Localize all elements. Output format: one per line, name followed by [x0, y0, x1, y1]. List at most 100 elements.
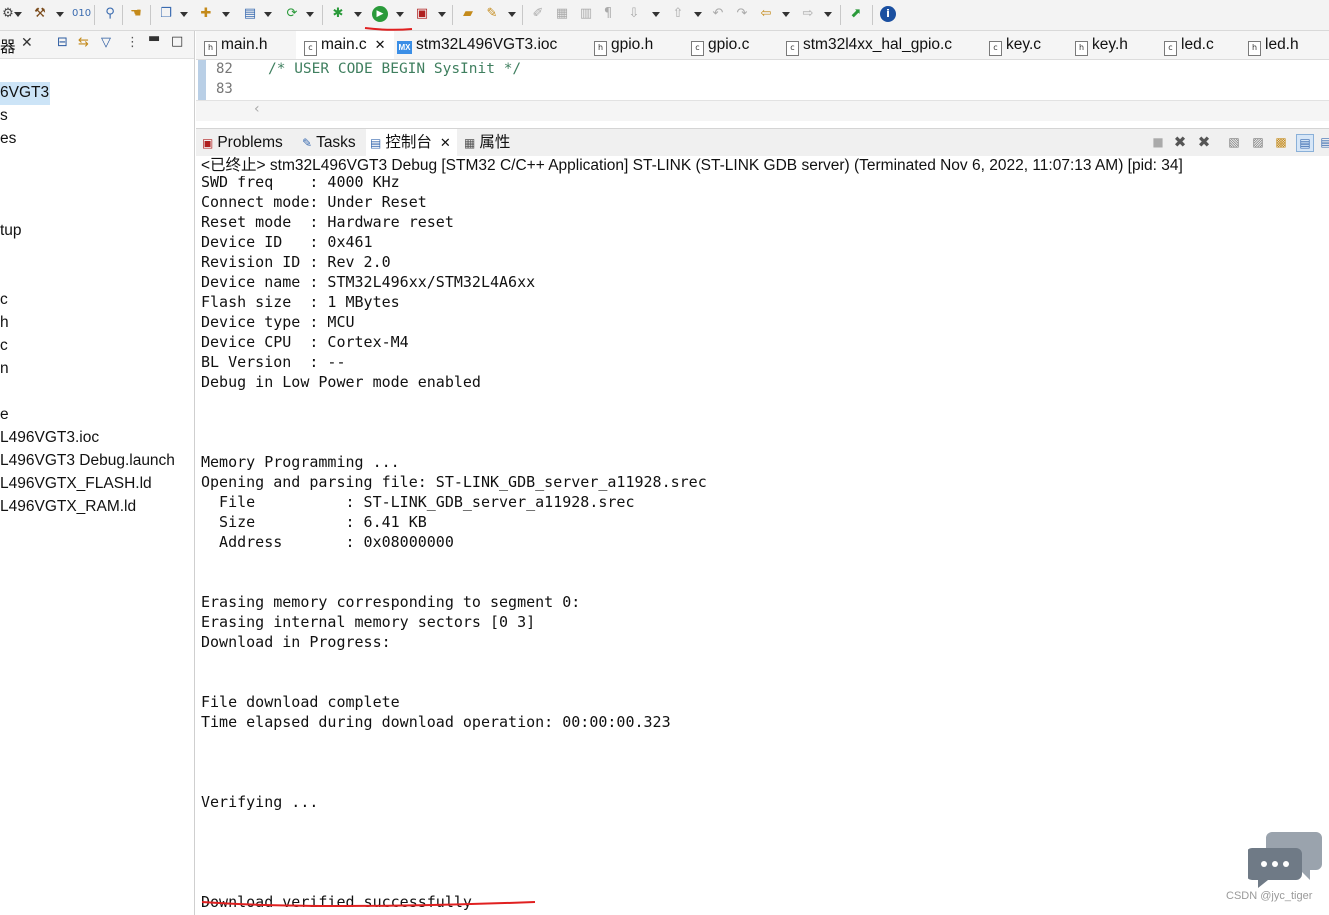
- chevron-down-icon[interactable]: [782, 12, 790, 17]
- tree-item[interactable]: c: [0, 291, 8, 309]
- next-annotation-icon[interactable]: ⇩: [626, 6, 642, 22]
- new-file-icon[interactable]: ▤: [242, 6, 258, 22]
- tab-label: gpio.c: [708, 36, 750, 53]
- chevron-down-icon[interactable]: [56, 12, 64, 17]
- close-icon[interactable]: ✕: [375, 38, 386, 53]
- console-line: Reset mode : Hardware reset: [201, 213, 454, 231]
- prev-annotation-icon[interactable]: ⇧: [670, 6, 686, 22]
- open-perspective-icon[interactable]: ⬈: [848, 6, 864, 22]
- tab-stm32l496vgt3-ioc[interactable]: MX stm32L496VGT3.ioc: [397, 31, 557, 59]
- chevron-down-icon[interactable]: [14, 12, 22, 17]
- tree-item[interactable]: es: [0, 130, 16, 148]
- minimize-icon[interactable]: ▬: [148, 31, 160, 46]
- chevron-down-icon[interactable]: [438, 12, 446, 17]
- chevron-down-icon[interactable]: [824, 12, 832, 17]
- tab-led-c[interactable]: c led.c: [1164, 31, 1214, 59]
- editor-horizontal-scrollbar[interactable]: ‹: [196, 100, 1329, 121]
- tree-item[interactable]: s: [0, 107, 8, 125]
- maximize-icon[interactable]: □: [171, 34, 183, 49]
- tab-key-c[interactable]: c key.c: [989, 31, 1041, 59]
- chevron-down-icon[interactable]: [306, 12, 314, 17]
- pin-console-icon[interactable]: ▤: [1318, 134, 1329, 150]
- collapse-all-icon[interactable]: ⊟: [57, 35, 68, 50]
- tab-problems[interactable]: ▣ Problems: [202, 129, 283, 156]
- tree-item[interactable]: L496VGTX_RAM.ld: [0, 498, 136, 516]
- info-icon[interactable]: i: [880, 6, 896, 22]
- debug-bug-icon[interactable]: ✱: [330, 6, 346, 22]
- console-line: Debug in Low Power mode enabled: [201, 373, 481, 391]
- chevron-down-icon[interactable]: [396, 12, 404, 17]
- tab-main-c[interactable]: c main.c ✕: [296, 31, 394, 59]
- redo-icon[interactable]: ↷: [734, 6, 750, 22]
- remove-launch-icon[interactable]: ✖: [1172, 134, 1188, 150]
- tab-main-h[interactable]: h main.h: [204, 31, 268, 59]
- console-output[interactable]: SWD freq : 4000 KHz Connect mode: Under R…: [196, 176, 1329, 915]
- chevron-down-icon[interactable]: [180, 12, 188, 17]
- link-editor-icon[interactable]: ⇆: [78, 35, 89, 50]
- last-edit-icon[interactable]: ↶: [710, 6, 726, 22]
- refresh-icon[interactable]: ⟳: [284, 6, 300, 22]
- chat-bubble-icon[interactable]: [1248, 830, 1322, 888]
- chevron-down-icon[interactable]: [652, 12, 660, 17]
- tree-item[interactable]: e: [0, 406, 9, 424]
- word-wrap-icon[interactable]: ▩: [1273, 134, 1289, 150]
- tree-item[interactable]: 6VGT3: [0, 84, 49, 102]
- scroll-lock-icon[interactable]: ▨: [1250, 134, 1266, 150]
- chevron-down-icon[interactable]: [508, 12, 516, 17]
- console-line: Opening and parsing file: ST-LINK_GDB_se…: [201, 473, 707, 491]
- toolbar-separator: [322, 5, 323, 25]
- tab-led-h[interactable]: h led.h: [1248, 31, 1299, 59]
- code-editor[interactable]: 82 /* USER CODE BEGIN SysInit */ 83: [196, 60, 1329, 100]
- tab-stm32l4xx-hal-gpio-c[interactable]: c stm32l4xx_hal_gpio.c: [786, 31, 952, 59]
- tab-gpio-h[interactable]: h gpio.h: [594, 31, 653, 59]
- block-icon[interactable]: ▥: [578, 6, 594, 22]
- back-icon[interactable]: ⇦: [758, 6, 774, 22]
- show-on-output-icon[interactable]: ▤: [1296, 134, 1314, 152]
- tree-item[interactable]: h: [0, 314, 9, 332]
- pin-icon[interactable]: ▦: [554, 6, 570, 22]
- pilcrow-icon[interactable]: ¶: [600, 6, 616, 22]
- tab-label: main.c: [321, 36, 367, 53]
- close-icon[interactable]: ✕: [21, 35, 33, 51]
- editor-tab-bar: h main.h c main.c ✕ MX stm32L496VGT3.ioc h gp…: [196, 31, 1329, 60]
- tree-item[interactable]: tup: [0, 222, 22, 240]
- console-line: File download complete: [201, 693, 400, 711]
- tab-properties[interactable]: ▦ 属性: [464, 129, 510, 156]
- build-hammer-icon[interactable]: ⚒: [32, 6, 48, 22]
- tab-tasks[interactable]: ✎ Tasks: [302, 129, 356, 156]
- tab-gpio-c[interactable]: c gpio.c: [691, 31, 749, 59]
- new-window-icon[interactable]: ❐: [158, 6, 174, 22]
- tree-item[interactable]: c: [0, 337, 8, 355]
- clear-console-icon[interactable]: ▧: [1226, 134, 1242, 150]
- open-folder-icon[interactable]: ▰: [460, 6, 476, 22]
- forward-icon[interactable]: ⇨: [800, 6, 816, 22]
- remove-all-terminated-icon[interactable]: ✖: [1196, 134, 1212, 150]
- code-line[interactable]: /* USER CODE BEGIN SysInit */: [268, 61, 521, 77]
- console-process-status: <已终止> stm32L496VGT3 Debug [STM32 C/C++ A…: [196, 156, 1329, 177]
- chevron-down-icon[interactable]: [222, 12, 230, 17]
- hand-icon[interactable]: ☚: [128, 6, 144, 22]
- tree-item[interactable]: n: [0, 360, 9, 378]
- tab-console[interactable]: ▤ 控制台 ✕: [366, 129, 457, 156]
- chevron-down-icon[interactable]: [354, 12, 362, 17]
- tree-item[interactable]: L496VGT3 Debug.launch: [0, 452, 175, 470]
- external-tools-icon[interactable]: ▣: [414, 6, 430, 22]
- new-project-icon[interactable]: ✚: [198, 6, 214, 22]
- debug-search-icon[interactable]: ⚲: [102, 6, 118, 22]
- chevron-down-icon[interactable]: [694, 12, 702, 17]
- view-menu-icon[interactable]: ⋮: [126, 35, 139, 50]
- tree-item[interactable]: L496VGTX_FLASH.ld: [0, 475, 152, 493]
- run-icon[interactable]: ▶: [372, 6, 388, 22]
- chevron-down-icon[interactable]: [264, 12, 272, 17]
- binary-icon[interactable]: 010: [72, 6, 91, 22]
- tree-item[interactable]: L496VGT3.ioc: [0, 429, 99, 447]
- console-line: Device CPU : Cortex-M4: [201, 333, 409, 351]
- close-icon[interactable]: ✕: [440, 136, 451, 151]
- wand-icon[interactable]: ✎: [484, 6, 500, 22]
- tab-key-h[interactable]: h key.h: [1075, 31, 1128, 59]
- edit-icon[interactable]: ✐: [530, 6, 546, 22]
- filter-icon[interactable]: ▽: [101, 35, 111, 50]
- bottom-view-tab-bar: ▣ Problems ✎ Tasks ▤ 控制台 ✕ ▦ 属性 ■ ✖ ✖ ▧ ▨ ▩ ▤…: [196, 128, 1329, 157]
- scroll-left-icon[interactable]: ‹: [254, 101, 260, 117]
- terminate-icon[interactable]: ■: [1150, 134, 1166, 150]
